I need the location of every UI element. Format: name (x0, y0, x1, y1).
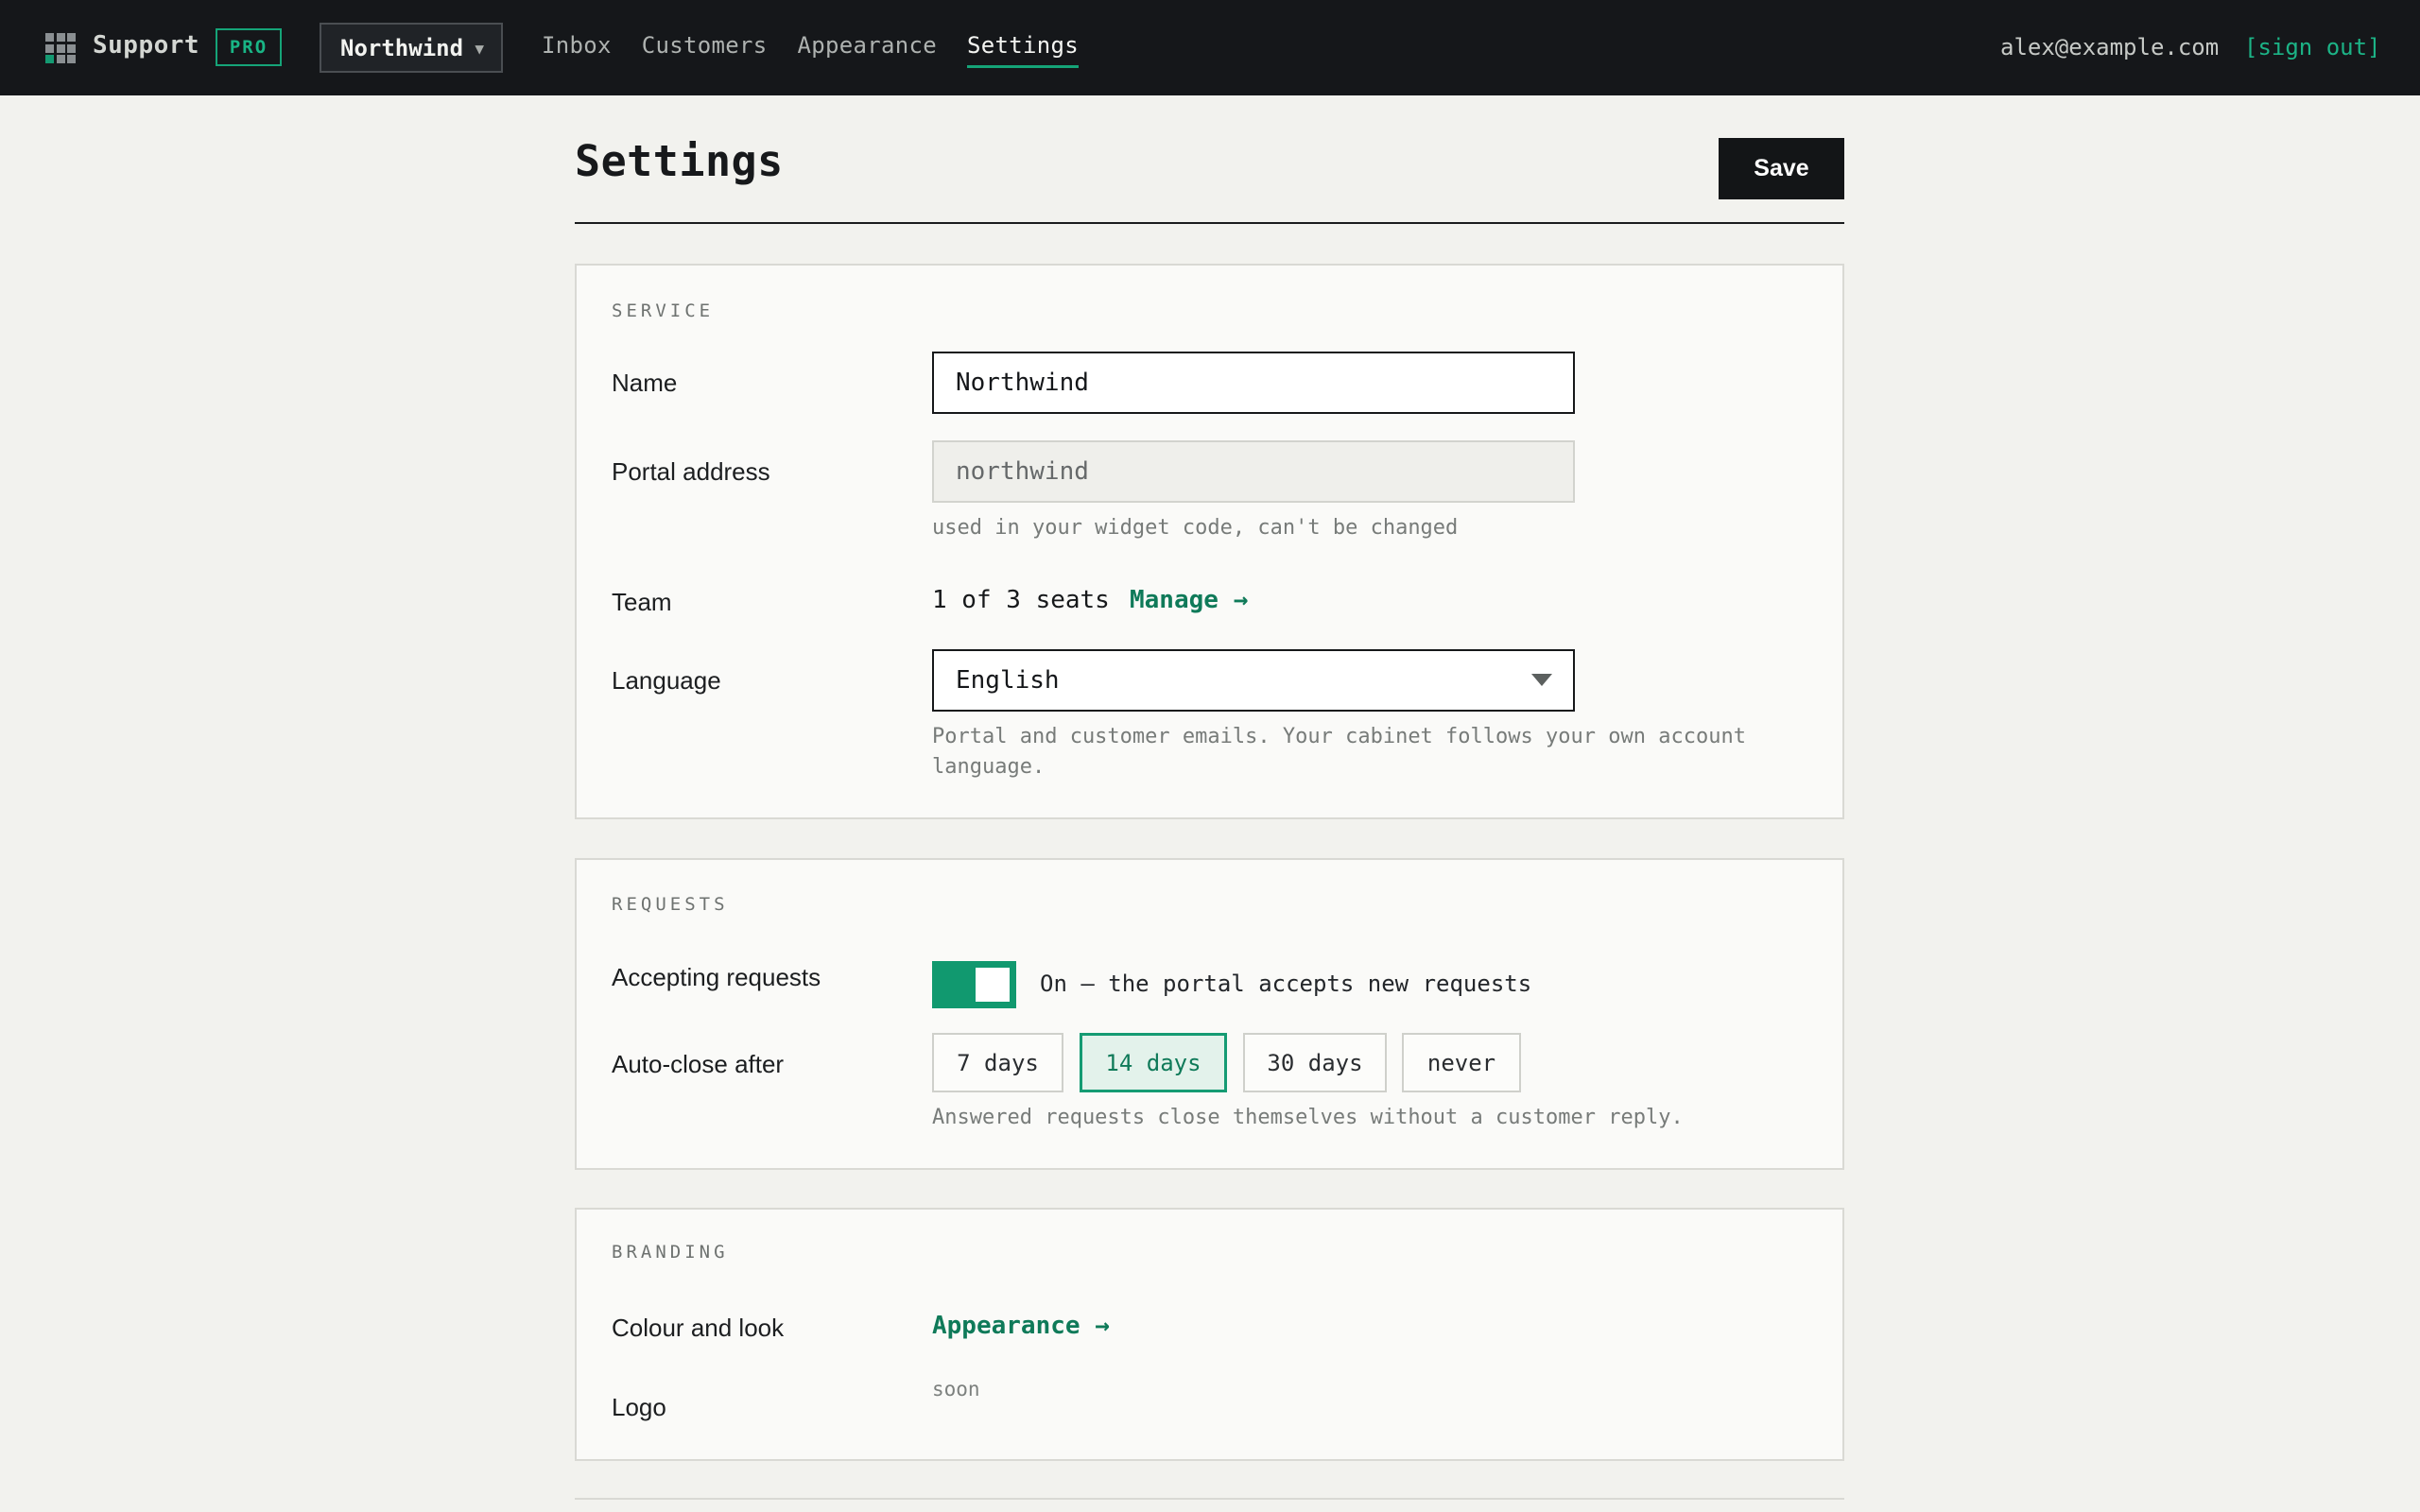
accepting-requests-status: On — the portal accepts new requests (1040, 971, 1532, 997)
auto-close-option-14-days[interactable]: 14 days (1080, 1033, 1227, 1092)
brand-name: Support (93, 31, 200, 60)
service-card: SERVICE Name Northwind Portal address no… (575, 264, 1844, 819)
portal-address-field: northwind (932, 440, 1575, 503)
portal-address-hint: used in your widget code, can't be chang… (932, 516, 1459, 540)
language-label: Language (612, 666, 721, 695)
language-select-value: English (956, 666, 1060, 695)
service-switcher-label: Northwind (340, 34, 464, 61)
bottom-divider (575, 1498, 1844, 1500)
section-title-branding: BRANDING (612, 1242, 729, 1263)
toggle-knob (976, 968, 1010, 1002)
account-email: alex@example.com (2000, 34, 2220, 60)
auto-close-option-never[interactable]: never (1402, 1033, 1521, 1092)
chevron-down-icon (1531, 674, 1552, 686)
language-select[interactable]: English (932, 649, 1575, 712)
chevron-down-icon: ▼ (475, 40, 484, 58)
top-bar: Support PRO Northwind ▼ Inbox Customers … (0, 0, 2420, 95)
branding-card: BRANDING Colour and look Appearance → Lo… (575, 1208, 1844, 1461)
manage-team-link[interactable]: Manage → (1130, 586, 1248, 614)
section-title-service: SERVICE (612, 301, 715, 321)
team-label: Team (612, 588, 672, 616)
nav-customers[interactable]: Customers (642, 32, 768, 68)
page-title: Settings (575, 136, 784, 186)
portal-address-value: northwind (956, 457, 1089, 486)
portal-address-label: Portal address (612, 457, 770, 486)
accepting-requests-toggle[interactable] (932, 961, 1016, 1008)
auto-close-hint: Answered requests close themselves witho… (932, 1106, 1684, 1129)
auto-close-option-30-days[interactable]: 30 days (1243, 1033, 1387, 1092)
name-input[interactable]: Northwind (932, 352, 1575, 414)
appearance-link[interactable]: Appearance → (932, 1312, 1110, 1340)
logo-label: Logo (612, 1393, 666, 1421)
plan-badge: PRO (216, 28, 282, 66)
app-grid-icon[interactable] (45, 33, 76, 63)
requests-card: REQUESTS Accepting requests On — the por… (575, 858, 1844, 1170)
colour-and-look-label: Colour and look (612, 1314, 785, 1342)
auto-close-label: Auto-close after (612, 1050, 785, 1078)
save-button[interactable]: Save (1719, 138, 1844, 199)
team-seats: 1 of 3 seats (932, 586, 1110, 614)
accepting-requests-label: Accepting requests (612, 963, 821, 991)
nav-appearance[interactable]: Appearance (798, 32, 938, 68)
title-divider (575, 222, 1844, 224)
main-nav: Inbox Customers Appearance Settings (542, 32, 1109, 68)
language-hint: Portal and customer emails. Your cabinet… (932, 725, 1746, 779)
auto-close-option-7-days[interactable]: 7 days (932, 1033, 1063, 1092)
nav-inbox[interactable]: Inbox (542, 32, 612, 68)
sign-out-link[interactable]: [sign out] (2244, 34, 2381, 60)
nav-settings[interactable]: Settings (967, 32, 1079, 68)
logo-status: soon (932, 1378, 980, 1400)
section-title-requests: REQUESTS (612, 894, 729, 915)
service-switcher[interactable]: Northwind ▼ (320, 23, 503, 73)
name-input-value: Northwind (956, 369, 1089, 397)
name-label: Name (612, 369, 678, 397)
